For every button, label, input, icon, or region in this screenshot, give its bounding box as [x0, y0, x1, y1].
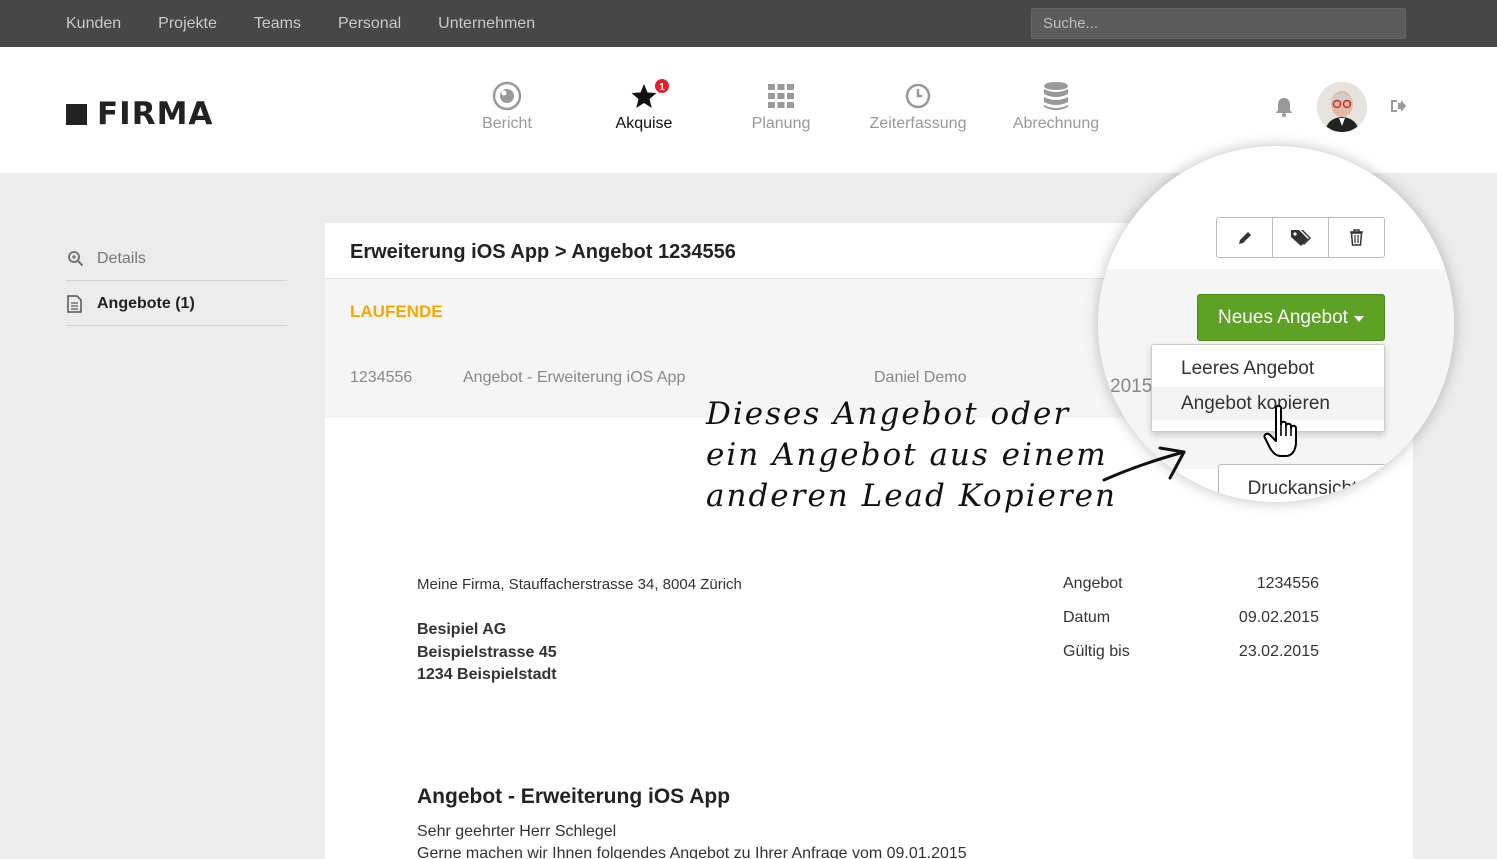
annotation-line: ein Angebot aus einem	[706, 437, 1108, 473]
recipient-line: Besipiel AG	[417, 621, 507, 638]
nav-label: Planung	[751, 115, 811, 132]
notification-badge: 1	[653, 77, 671, 95]
meta-value: 1234556	[1256, 575, 1319, 592]
meta-value: 23.02.2015	[1238, 643, 1319, 660]
delete-button[interactable]	[1329, 218, 1384, 257]
greeting: Sehr geehrter Herr Schlegel	[417, 823, 617, 840]
sender-address: Meine Firma, Stauffacherstrasse 34, 8004…	[417, 576, 742, 593]
nav-akquise[interactable]: 1 Akquise	[579, 77, 709, 133]
bell-icon[interactable]	[1273, 96, 1295, 118]
nav-label: Abrechnung	[1012, 115, 1100, 132]
intro-text: Gerne machen wir Ihnen folgendes Angebot…	[417, 845, 967, 859]
sidebar-item-details[interactable]: Details	[66, 237, 287, 281]
firma-logo[interactable]: FIRMA	[66, 99, 213, 130]
nav-abrechnung[interactable]: Abrechnung	[991, 80, 1121, 133]
database-icon	[1044, 82, 1068, 110]
meta-label: Gültig bis	[1063, 643, 1130, 660]
nav-label: Akquise	[615, 115, 673, 132]
recipient-line: 1234 Beispielstadt	[417, 666, 557, 683]
eye-icon	[492, 81, 522, 111]
top-bar: Kunden Projekte Teams Personal Unternehm…	[0, 0, 1497, 47]
magnifier-icon	[67, 250, 87, 267]
nav-label: Zeiterfassung	[869, 115, 967, 132]
document-icon	[67, 294, 87, 313]
arrow-icon	[1102, 446, 1186, 482]
user-photo-icon	[1317, 82, 1367, 132]
nav-label: Bericht	[482, 115, 532, 132]
offer-name[interactable]: Angebot - Erweiterung iOS App	[463, 369, 685, 387]
new-offer-label: Neues Angebot	[1218, 306, 1348, 328]
logo-text: FIRMA	[97, 96, 214, 132]
tags-icon	[1290, 229, 1311, 246]
grid-icon	[768, 84, 794, 108]
nav-zeiterfassung[interactable]: Zeiterfassung	[853, 80, 983, 133]
top-nav: Kunden Projekte Teams Personal Unternehm…	[66, 0, 572, 47]
offer-number[interactable]: 1234556	[350, 369, 412, 387]
logout-icon[interactable]	[1389, 97, 1407, 115]
nav-planung[interactable]: Planung	[716, 80, 846, 133]
action-button-group	[1216, 217, 1385, 258]
sidebar-item-label: Details	[97, 249, 146, 267]
annotation-line: Dieses Angebot oder	[706, 396, 1071, 432]
meta-value: 09.02.2015	[1238, 609, 1319, 626]
trash-icon	[1350, 229, 1363, 246]
topnav-unternehmen[interactable]: Unternehmen	[438, 15, 535, 33]
tags-button[interactable]	[1273, 218, 1329, 257]
sidebar-item-label: Angebote (1)	[97, 294, 195, 312]
offer-owner: Daniel Demo	[874, 369, 967, 386]
hand-cursor-icon	[1263, 404, 1297, 457]
topnav-personal[interactable]: Personal	[338, 15, 401, 33]
caret-down-icon	[1353, 315, 1364, 322]
annotation-line: anderen Lead Kopieren	[706, 478, 1117, 514]
search-input[interactable]	[1031, 8, 1406, 39]
section-label: LAUFENDE	[350, 302, 443, 321]
sidebar-item-angebote[interactable]: Angebote (1)	[66, 282, 287, 326]
page-title: Erweiterung iOS App > Angebot 1234556	[350, 241, 736, 263]
meta-label: Angebot	[1063, 575, 1123, 592]
edit-button[interactable]	[1217, 218, 1273, 257]
topnav-kunden[interactable]: Kunden	[66, 15, 121, 33]
document-title: Angebot - Erweiterung iOS App	[417, 785, 731, 808]
handwritten-annotation: Dieses Angebot oder ein Angebot aus eine…	[706, 394, 1126, 517]
nav-bericht[interactable]: Bericht	[442, 80, 572, 133]
topnav-projekte[interactable]: Projekte	[158, 15, 217, 33]
pencil-icon	[1238, 231, 1251, 244]
clock-icon	[905, 83, 931, 109]
avatar[interactable]	[1317, 82, 1367, 132]
menu-item-empty-offer[interactable]: Leeres Angebot	[1152, 352, 1384, 385]
new-offer-button[interactable]: Neues Angebot	[1197, 294, 1385, 341]
logo-square-icon	[66, 104, 87, 125]
recipient-line: Beispielstrasse 45	[417, 644, 557, 661]
meta-label: Datum	[1063, 609, 1111, 626]
topnav-teams[interactable]: Teams	[254, 15, 301, 33]
print-view-button[interactable]: Druckansicht	[1218, 464, 1387, 502]
